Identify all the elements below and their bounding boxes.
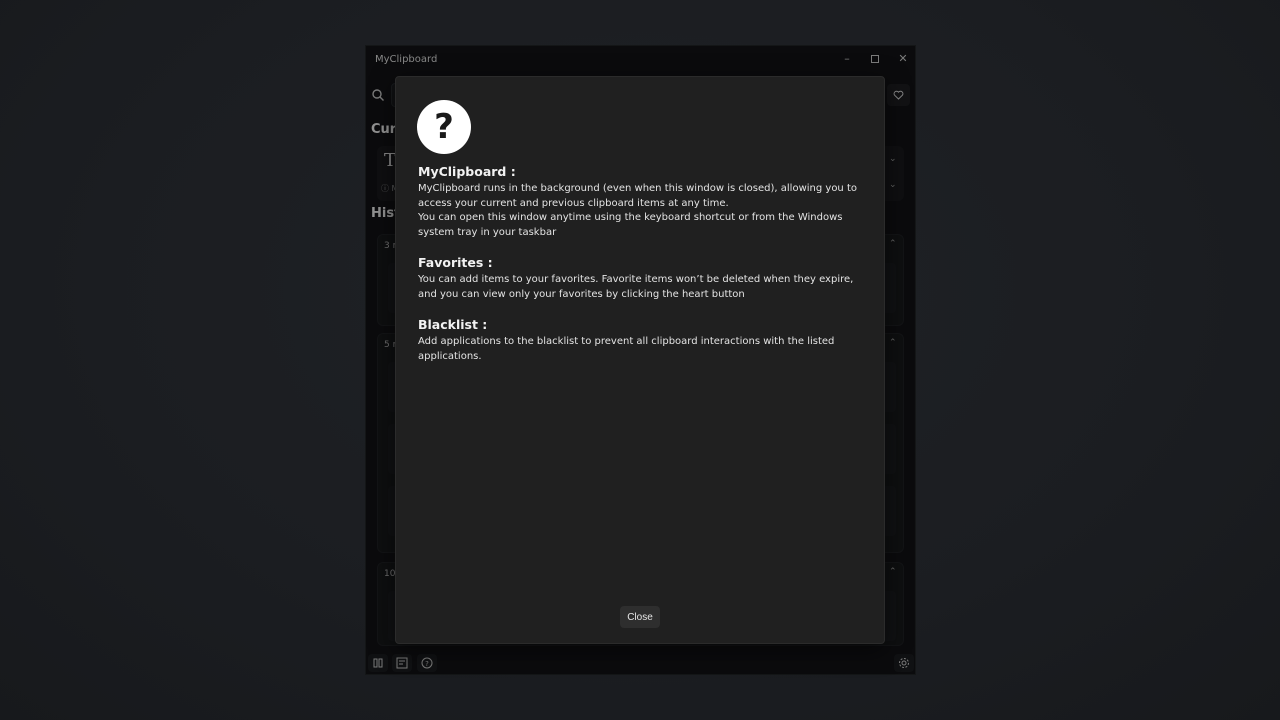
question-mark-glyph: ? — [434, 107, 454, 147]
help-section-text: You can add items to your favorites. Fav… — [418, 274, 854, 300]
help-section-text: Add applications to the blacklist to pre… — [418, 336, 835, 362]
help-section-text: MyClipboard runs in the background (even… — [418, 183, 857, 209]
help-dialog: ? MyClipboard : MyClipboard runs in the … — [395, 76, 885, 644]
help-section-favorites: Favorites : You can add items to your fa… — [418, 255, 866, 302]
help-section-title: MyClipboard : — [418, 164, 516, 179]
help-section-text: You can open this window anytime using t… — [418, 212, 843, 238]
help-section-title: Favorites : — [418, 255, 493, 270]
help-section-title: Blacklist : — [418, 317, 488, 332]
help-section-myclipboard: MyClipboard : MyClipboard runs in the ba… — [418, 164, 866, 240]
close-button[interactable]: Close — [620, 606, 660, 628]
question-mark-icon: ? — [417, 100, 471, 154]
help-content: MyClipboard : MyClipboard runs in the ba… — [418, 164, 866, 379]
help-section-blacklist: Blacklist : Add applications to the blac… — [418, 317, 866, 364]
